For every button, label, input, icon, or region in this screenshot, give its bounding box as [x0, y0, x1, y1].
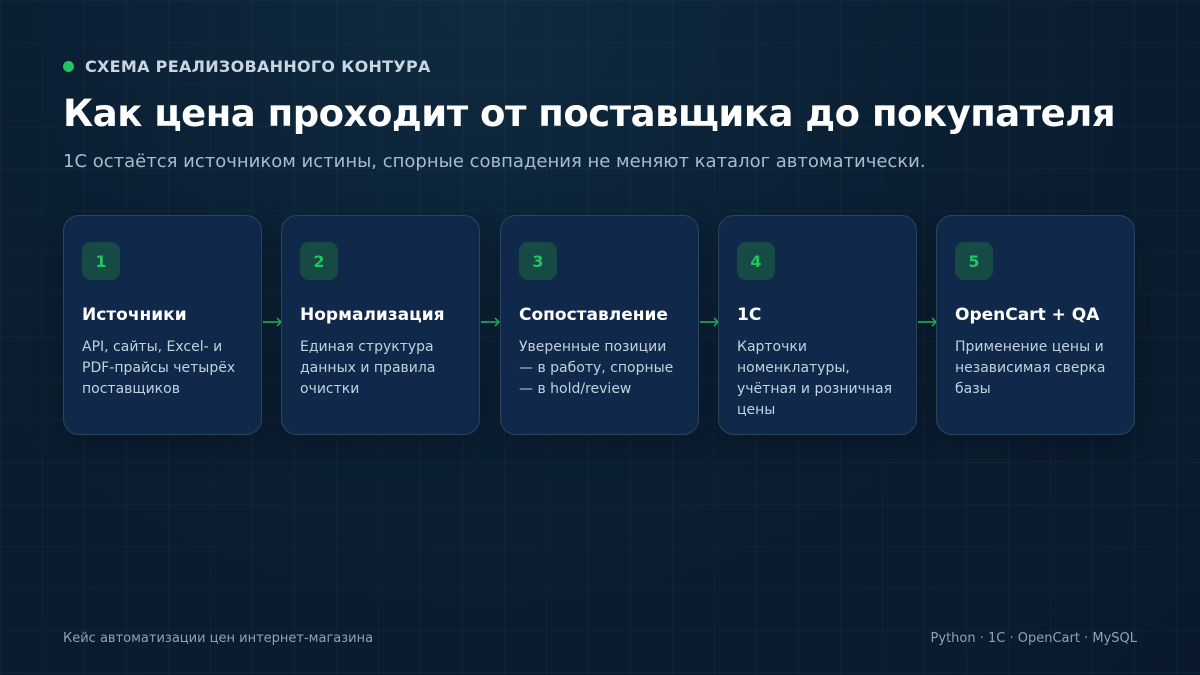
step-description: Единая структура данных и правила очистк… — [300, 339, 436, 397]
step-description: API, сайты, Excel- и PDF-прайсы четырёх … — [82, 339, 236, 397]
step-description: Применение цены и независимая сверка баз… — [955, 339, 1106, 397]
eyebrow: СХЕМА РЕАЛИЗОВАННОГО КОНТУРА — [63, 57, 431, 76]
step-title: OpenCart + QA — [955, 305, 1100, 325]
step-number-badge: 4 — [737, 242, 775, 280]
footer-caption: Кейс автоматизации цен интернет-магазина — [63, 631, 374, 646]
step-number-badge: 1 — [82, 242, 120, 280]
arrow-right-icon — [481, 317, 501, 327]
step-title: Сопоставление — [519, 305, 668, 325]
page-title: Как цена проходит от поставщика до покуп… — [63, 92, 1116, 135]
step-card-sources: 1 Источники API, сайты, Excel- и PDF-пра… — [63, 215, 262, 435]
step-description: Уверенные позиции — в работу, спорные — … — [519, 339, 674, 397]
step-number-badge: 3 — [519, 242, 557, 280]
step-number-badge: 5 — [955, 242, 993, 280]
step-card-1c: 4 1С Карточки номенклатуры, учётная и ро… — [718, 215, 917, 435]
page-subtitle: 1С остаётся источником истины, спорные с… — [63, 151, 926, 172]
step-card-opencart-qa: 5 OpenCart + QA Применение цены и незави… — [936, 215, 1135, 435]
step-title: 1С — [737, 305, 762, 325]
step-description: Карточки номенклатуры, учётная и розничн… — [737, 339, 893, 418]
footer-tech-stack: Python · 1С · OpenCart · MySQL — [930, 631, 1137, 646]
step-number-badge: 2 — [300, 242, 338, 280]
step-card-normalization: 2 Нормализация Единая структура данных и… — [281, 215, 480, 435]
process-flow: 1 Источники API, сайты, Excel- и PDF-пра… — [63, 215, 1137, 437]
step-title: Источники — [82, 305, 187, 325]
eyebrow-label: СХЕМА РЕАЛИЗОВАННОГО КОНТУРА — [85, 57, 431, 76]
step-title: Нормализация — [300, 305, 445, 325]
status-dot-icon — [63, 61, 74, 72]
step-card-matching: 3 Сопоставление Уверенные позиции — в ра… — [500, 215, 699, 435]
